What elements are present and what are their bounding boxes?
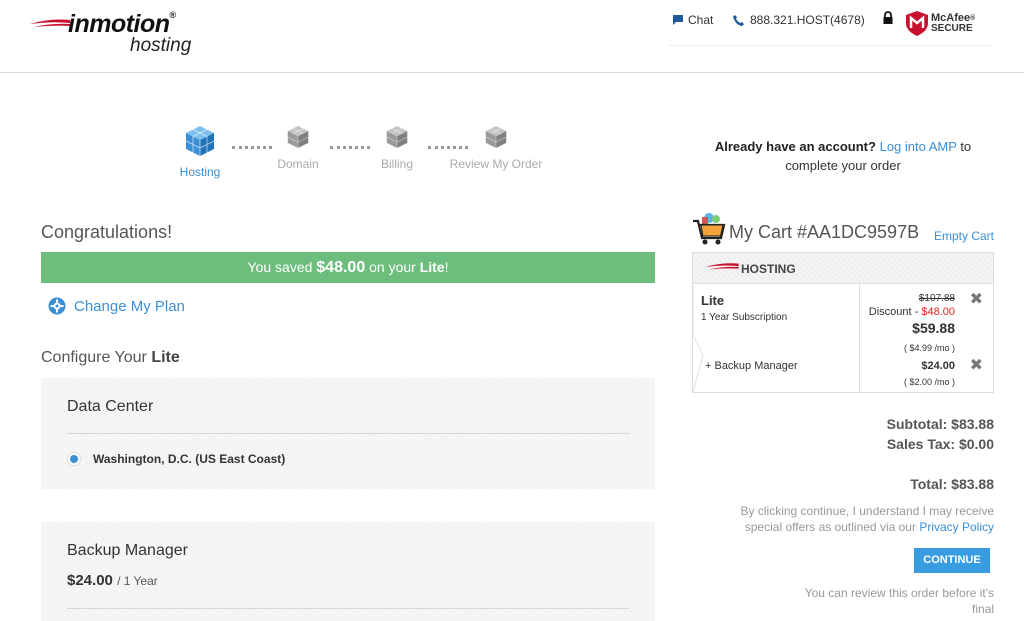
gear-icon (48, 297, 66, 315)
site-header: inmotion® hosting Chat 888.321.HOST(4678… (0, 0, 1024, 73)
mcafee-secure-badge[interactable]: McAfee® SECURE (906, 11, 975, 36)
cart-item-monthly: ( $4.99 /mo ) (903, 343, 955, 353)
shopping-cart-icon (693, 213, 726, 245)
privacy-policy-link[interactable]: Privacy Policy (919, 520, 994, 534)
panel-divider (67, 608, 629, 609)
step-label: Review My Order (449, 157, 543, 171)
chat-link[interactable]: Chat (672, 13, 713, 27)
cart-item-discount: Discount - $48.00 (868, 306, 955, 318)
cart-item-price: $59.88 (912, 320, 955, 336)
logo-sub: hosting (130, 35, 192, 56)
cart-column-divider (859, 285, 860, 392)
savings-banner: You saved $48.00 on your Lite! (41, 252, 655, 283)
hosting-swoosh-icon (705, 263, 739, 270)
radio-selected[interactable] (67, 452, 81, 466)
step-review-my-order[interactable]: Review My Order (446, 125, 546, 171)
cart-item-term: 1 Year Subscription (701, 312, 788, 323)
savings-plan: Lite (419, 259, 445, 275)
inmotion-logo[interactable]: inmotion® hosting (30, 10, 210, 60)
step-label: Hosting (179, 165, 221, 179)
data-center-option-label: Washington, D.C. (US East Coast) (93, 452, 286, 466)
lock-icon (883, 11, 893, 24)
mcafee-shield-icon (906, 11, 928, 36)
subtotal: Subtotal: $83.88 (886, 416, 994, 432)
phone-icon (733, 14, 744, 26)
remove-addon-icon[interactable]: ✖ (970, 355, 983, 375)
cart-item-old-price: $107.88 (918, 293, 955, 304)
account-suffix: to (960, 139, 972, 154)
cart-items: HOSTING Lite 1 Year Subscription $107.88… (692, 252, 994, 393)
logo-swoosh-icon (30, 19, 70, 27)
change-plan-label: Change My Plan (74, 297, 185, 315)
cube-icon (185, 126, 215, 156)
sales-tax: Sales Tax: $0.00 (886, 436, 994, 452)
legal-notice: By clicking continue, I understand I may… (740, 504, 994, 534)
step-label: Domain (277, 157, 319, 171)
cart-item-name: Lite (701, 293, 725, 308)
change-plan-link[interactable]: Change My Plan (48, 297, 185, 315)
empty-cart-link[interactable]: Empty Cart (934, 229, 994, 243)
cart-addon-monthly: ( $2.00 /mo ) (903, 377, 955, 387)
order-total: Total: $83.88 (910, 476, 994, 492)
panel-divider (67, 433, 629, 434)
step-hosting[interactable]: Hosting (150, 125, 250, 179)
review-note: You can review this order before it's fi… (804, 586, 994, 616)
backup-manager-title: Backup Manager (67, 542, 188, 559)
continue-button[interactable]: CONTINUE (914, 548, 990, 573)
savings-amount: $48.00 (316, 259, 366, 276)
phone-link[interactable]: 888.321.HOST(4678) (733, 13, 865, 27)
backup-manager-panel: Backup Manager $24.00 / 1 Year (41, 522, 655, 621)
data-center-panel: Data Center Washington, D.C. (US East Co… (41, 378, 655, 489)
congrats-heading: Congratulations! (41, 222, 173, 242)
cart-header: My Cart #AA1DC9597B Empty Cart (692, 212, 994, 252)
phone-label: 888.321.HOST(4678) (750, 13, 865, 27)
data-center-title: Data Center (67, 398, 154, 415)
cube-icon (287, 126, 309, 148)
cart-section-label: HOSTING (741, 262, 796, 276)
remove-item-icon[interactable]: ✖ (970, 289, 983, 309)
cart-title: My Cart #AA1DC9597B (729, 222, 920, 242)
account-line2: complete your order (785, 158, 901, 173)
backup-manager-price: $24.00 / 1 Year (67, 572, 158, 589)
cart-section-hosting: HOSTING (693, 253, 993, 284)
checkout-steps: Hosting Domain Billing Review My Order (170, 125, 560, 185)
chat-icon (673, 15, 683, 25)
header-divider (668, 45, 992, 46)
cube-icon (485, 126, 507, 148)
data-center-option[interactable]: Washington, D.C. (US East Coast) (67, 452, 285, 466)
mcafee-sub: SECURE (931, 23, 973, 34)
cart-addon-name: + Backup Manager (705, 360, 798, 372)
configure-heading: Configure Your Lite (41, 349, 180, 366)
log-into-amp-link[interactable]: Log into AMP (880, 139, 957, 154)
cube-icon (386, 126, 408, 148)
account-question: Already have an account? (714, 139, 876, 154)
cart-addon-price: $24.00 (921, 360, 955, 372)
chat-label: Chat (688, 13, 714, 27)
step-label: Billing (380, 157, 413, 171)
account-login-note: Already have an account? Log into AMP to… (700, 137, 986, 175)
